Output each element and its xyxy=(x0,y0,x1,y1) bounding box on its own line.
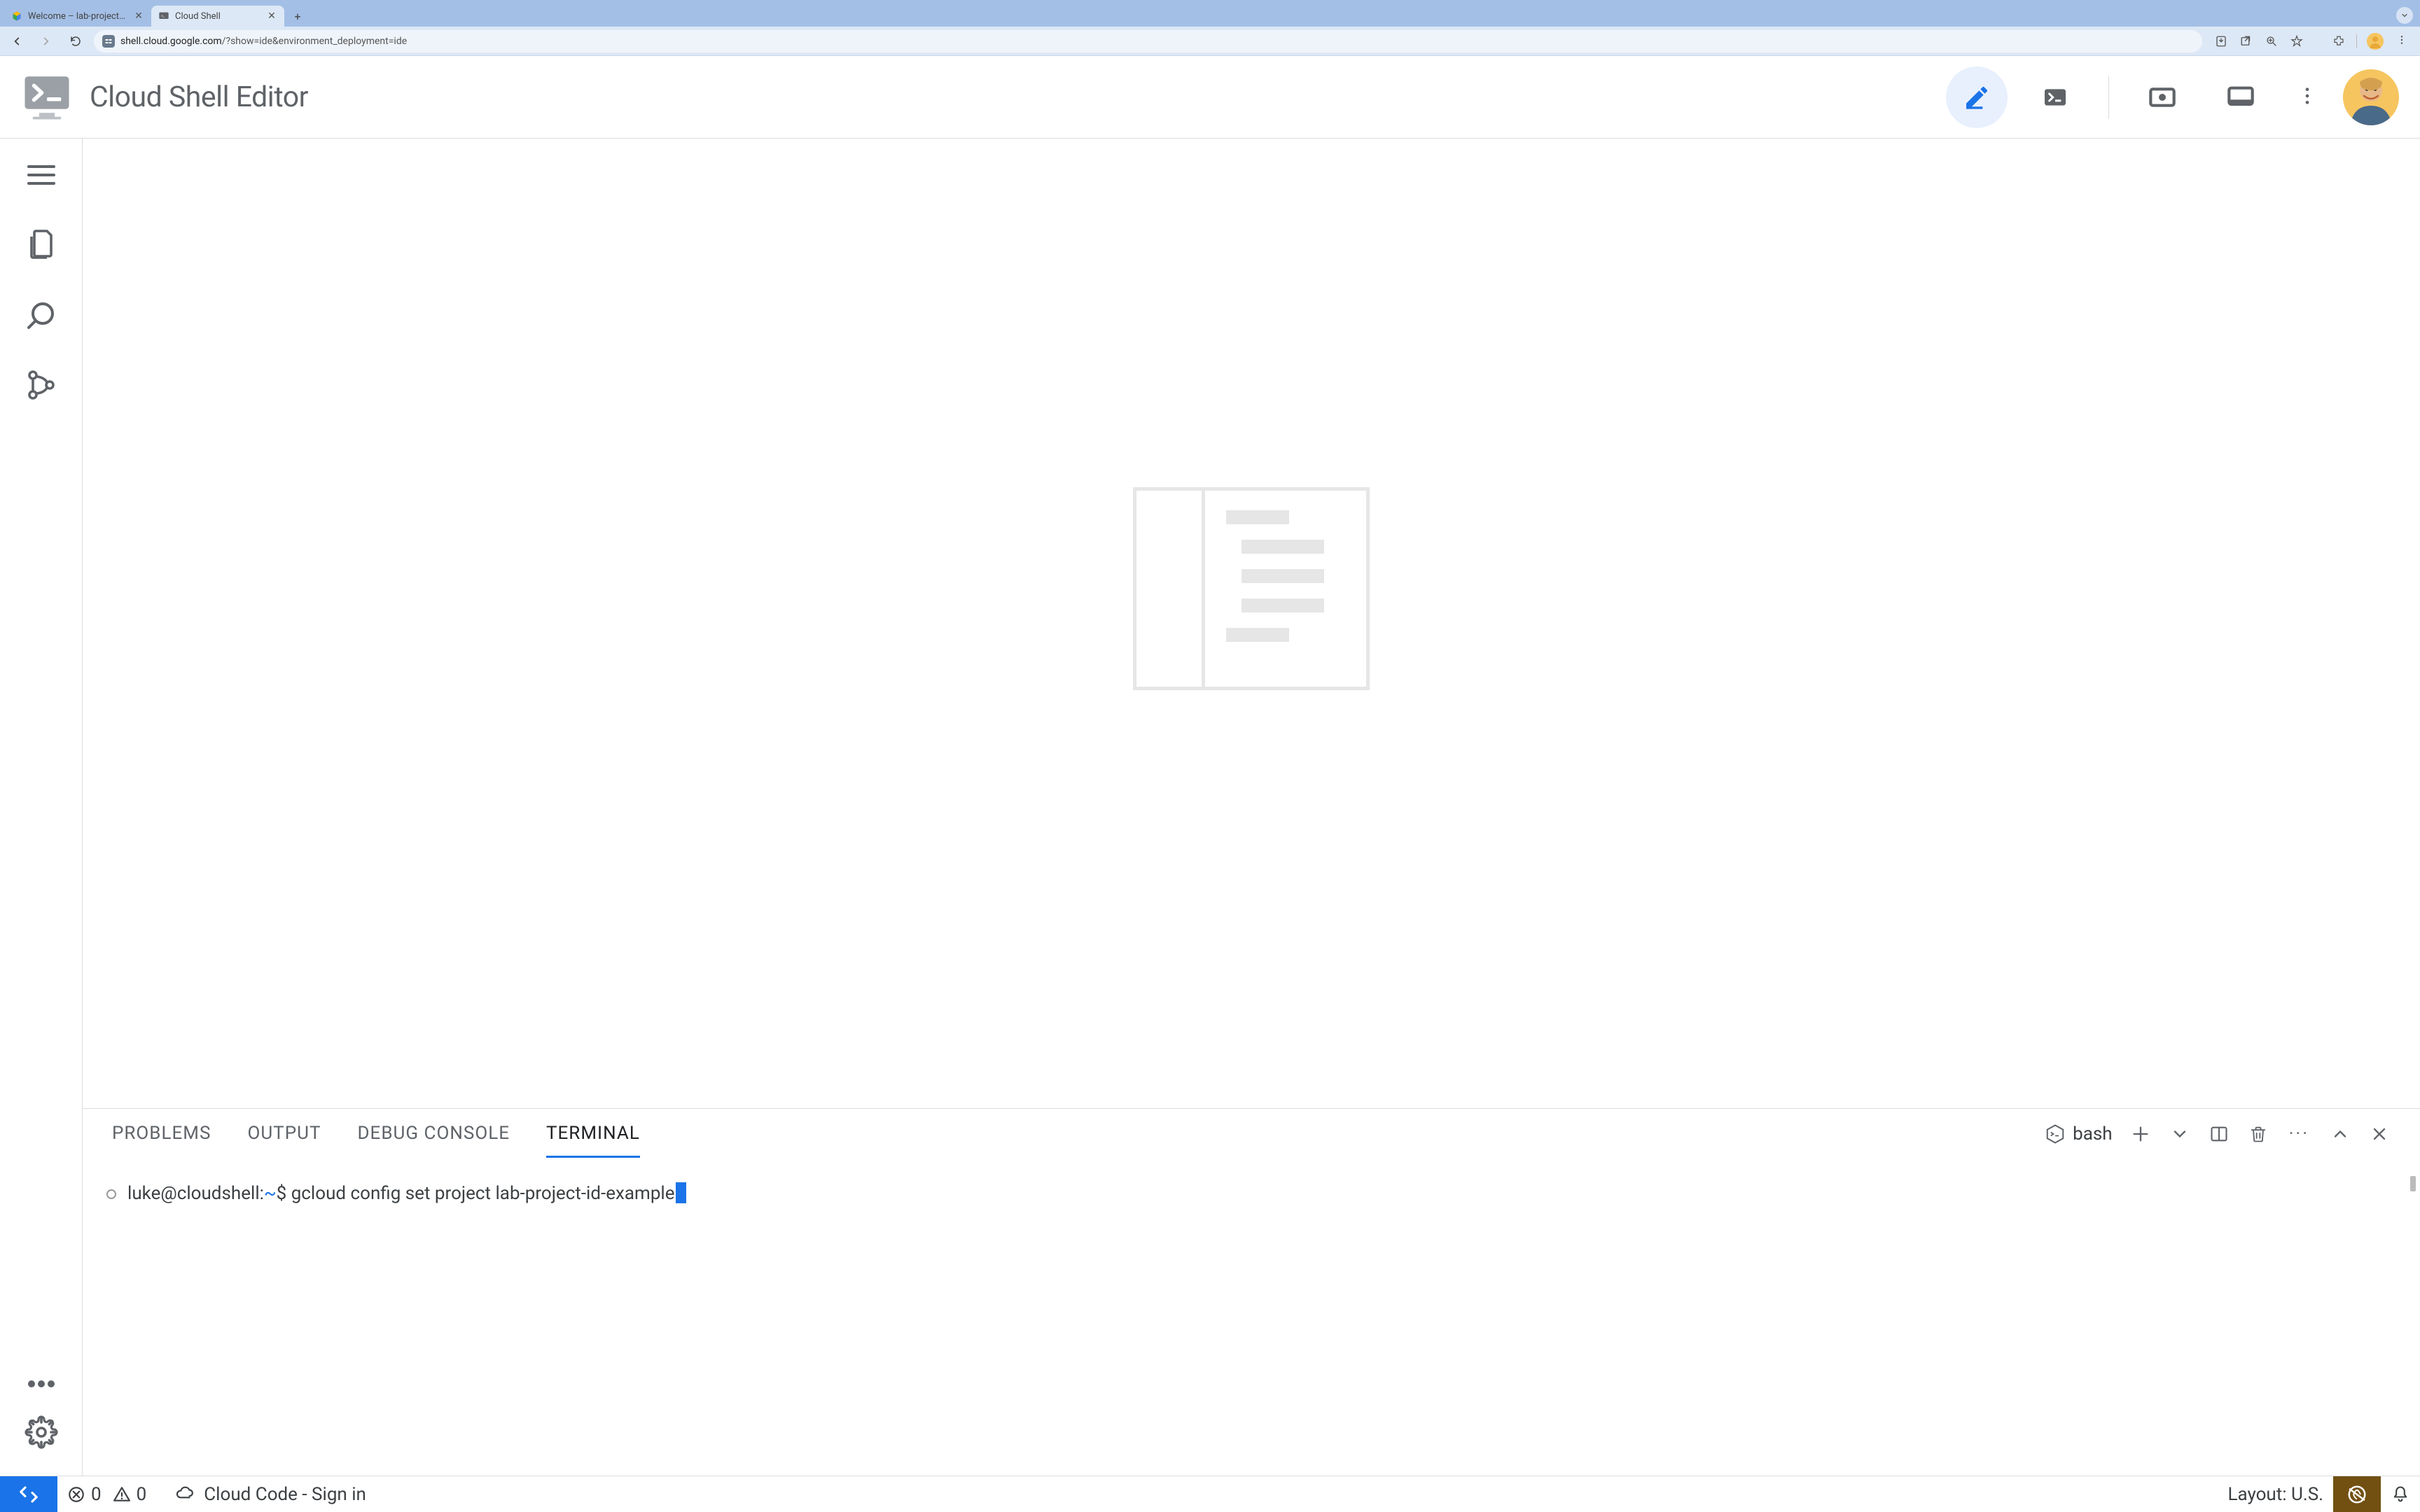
ports-indicator[interactable] xyxy=(2333,1476,2381,1512)
cloud-shell-favicon-icon: >_ xyxy=(158,10,169,22)
errors-indicator[interactable]: 0 xyxy=(57,1476,111,1512)
remote-indicator-button[interactable] xyxy=(0,1476,57,1512)
user-avatar[interactable] xyxy=(2343,69,2399,125)
settings-button[interactable] xyxy=(22,1413,61,1452)
tab-title: Welcome – lab-project-id-ex… xyxy=(28,11,127,22)
notifications-button[interactable] xyxy=(2381,1476,2420,1512)
layout-label: Layout: U.S. xyxy=(2228,1484,2324,1505)
tab-debug-console[interactable]: DEBUG CONSOLE xyxy=(357,1110,510,1158)
kill-terminal-button[interactable] xyxy=(2247,1123,2269,1145)
extensions-icon[interactable] xyxy=(2331,34,2346,49)
explorer-button[interactable] xyxy=(22,225,61,265)
shell-selector[interactable]: bash xyxy=(2045,1124,2112,1144)
forward-button[interactable] xyxy=(35,30,57,52)
tab-problems[interactable]: PROBLEMS xyxy=(112,1110,211,1158)
app-title: Cloud Shell Editor xyxy=(90,80,308,114)
terminal-scrollbar[interactable] xyxy=(2410,1176,2416,1191)
browser-menu-icon[interactable] xyxy=(2393,34,2410,48)
panel-close-button[interactable] xyxy=(2368,1123,2391,1145)
browser-tab-cloud-shell[interactable]: >_ Cloud Shell ✕ xyxy=(151,6,284,27)
toolbar-divider xyxy=(2356,34,2357,48)
editor-area: PROBLEMS OUTPUT DEBUG CONSOLE TERMINAL b… xyxy=(83,139,2420,1476)
terminal-dropdown-icon[interactable] xyxy=(2169,1123,2191,1145)
terminal-line: luke@cloudshell:~$ gcloud config set pro… xyxy=(127,1180,686,1455)
tab-terminal[interactable]: TERMINAL xyxy=(546,1110,640,1158)
site-settings-icon[interactable] xyxy=(102,35,115,48)
address-bar[interactable]: shell.cloud.google.com/?show=ide&environ… xyxy=(94,30,2202,52)
zoom-icon[interactable] xyxy=(2264,34,2279,49)
keyboard-layout[interactable]: Layout: U.S. xyxy=(2218,1476,2334,1512)
workspace: PROBLEMS OUTPUT DEBUG CONSOLE TERMINAL b… xyxy=(0,139,2420,1476)
editor-empty-state xyxy=(83,139,2420,1108)
tab-output[interactable]: OUTPUT xyxy=(247,1110,321,1158)
panel-tabs: PROBLEMS OUTPUT DEBUG CONSOLE TERMINAL b… xyxy=(83,1109,2420,1159)
terminal-mode-button[interactable] xyxy=(2024,66,2086,128)
cloud-code-signin[interactable]: Cloud Code - Sign in xyxy=(156,1476,376,1512)
preview-button[interactable] xyxy=(2132,66,2193,128)
split-terminal-button[interactable] xyxy=(2208,1123,2230,1145)
browser-tabs-bar: Welcome – lab-project-id-ex… ✕ >_ Cloud … xyxy=(0,0,2420,27)
browser-tab-welcome[interactable]: Welcome – lab-project-id-ex… ✕ xyxy=(4,6,151,27)
activity-bar xyxy=(0,139,83,1476)
gcp-favicon-icon xyxy=(11,10,22,22)
browser-toolbar: shell.cloud.google.com/?show=ide&environ… xyxy=(0,27,2420,56)
panel-maximize-button[interactable] xyxy=(2329,1123,2351,1145)
new-terminal-button[interactable] xyxy=(2129,1123,2152,1145)
svg-text:>_: >_ xyxy=(161,14,165,18)
tab-title: Cloud Shell xyxy=(175,11,260,22)
warnings-indicator[interactable]: 0 xyxy=(111,1476,157,1512)
empty-placeholder-icon xyxy=(1133,487,1370,690)
header-menu-icon[interactable] xyxy=(2288,80,2326,114)
header-divider xyxy=(2108,76,2109,119)
profile-avatar-icon[interactable] xyxy=(2367,33,2384,50)
terminal-status-icon xyxy=(106,1189,116,1199)
terminal-panel: PROBLEMS OUTPUT DEBUG CONSOLE TERMINAL b… xyxy=(83,1108,2420,1476)
shell-name: bash xyxy=(2073,1124,2112,1144)
cloud-code-label: Cloud Code - Sign in xyxy=(204,1484,366,1505)
panel-actions: bash ··· xyxy=(2045,1123,2391,1145)
tab-close-icon[interactable]: ✕ xyxy=(133,10,144,22)
tab-close-icon[interactable]: ✕ xyxy=(266,10,277,22)
warnings-count: 0 xyxy=(137,1484,147,1505)
url-text: shell.cloud.google.com/?show=ide&environ… xyxy=(120,36,2194,47)
search-button[interactable] xyxy=(22,295,61,335)
app-header: Cloud Shell Editor xyxy=(0,56,2420,139)
back-button[interactable] xyxy=(6,30,28,52)
tabs-dropdown-button[interactable] xyxy=(2396,7,2413,24)
activity-more-button[interactable] xyxy=(22,1373,61,1394)
terminal-command: gcloud config set project lab-project-id… xyxy=(291,1183,675,1204)
errors-count: 0 xyxy=(91,1484,102,1505)
panel-more-button[interactable]: ··· xyxy=(2286,1124,2312,1144)
terminal-body[interactable]: luke@cloudshell:~$ gcloud config set pro… xyxy=(83,1159,2420,1476)
status-bar: 0 0 Cloud Code - Sign in Layout: U.S. xyxy=(0,1476,2420,1512)
cursor-icon xyxy=(676,1182,686,1203)
cloud-shell-logo-icon[interactable] xyxy=(21,74,73,121)
menu-button[interactable] xyxy=(22,155,61,195)
new-tab-button[interactable]: + xyxy=(287,6,308,27)
toolbar-icons xyxy=(2209,33,2414,50)
bookmark-icon[interactable] xyxy=(2289,34,2304,49)
display-button[interactable] xyxy=(2210,66,2272,128)
reload-button[interactable] xyxy=(64,30,87,52)
install-pwa-icon[interactable] xyxy=(2213,34,2229,49)
editor-mode-button[interactable] xyxy=(1946,66,2008,128)
source-control-button[interactable] xyxy=(22,365,61,405)
open-new-window-icon[interactable] xyxy=(2239,34,2254,49)
